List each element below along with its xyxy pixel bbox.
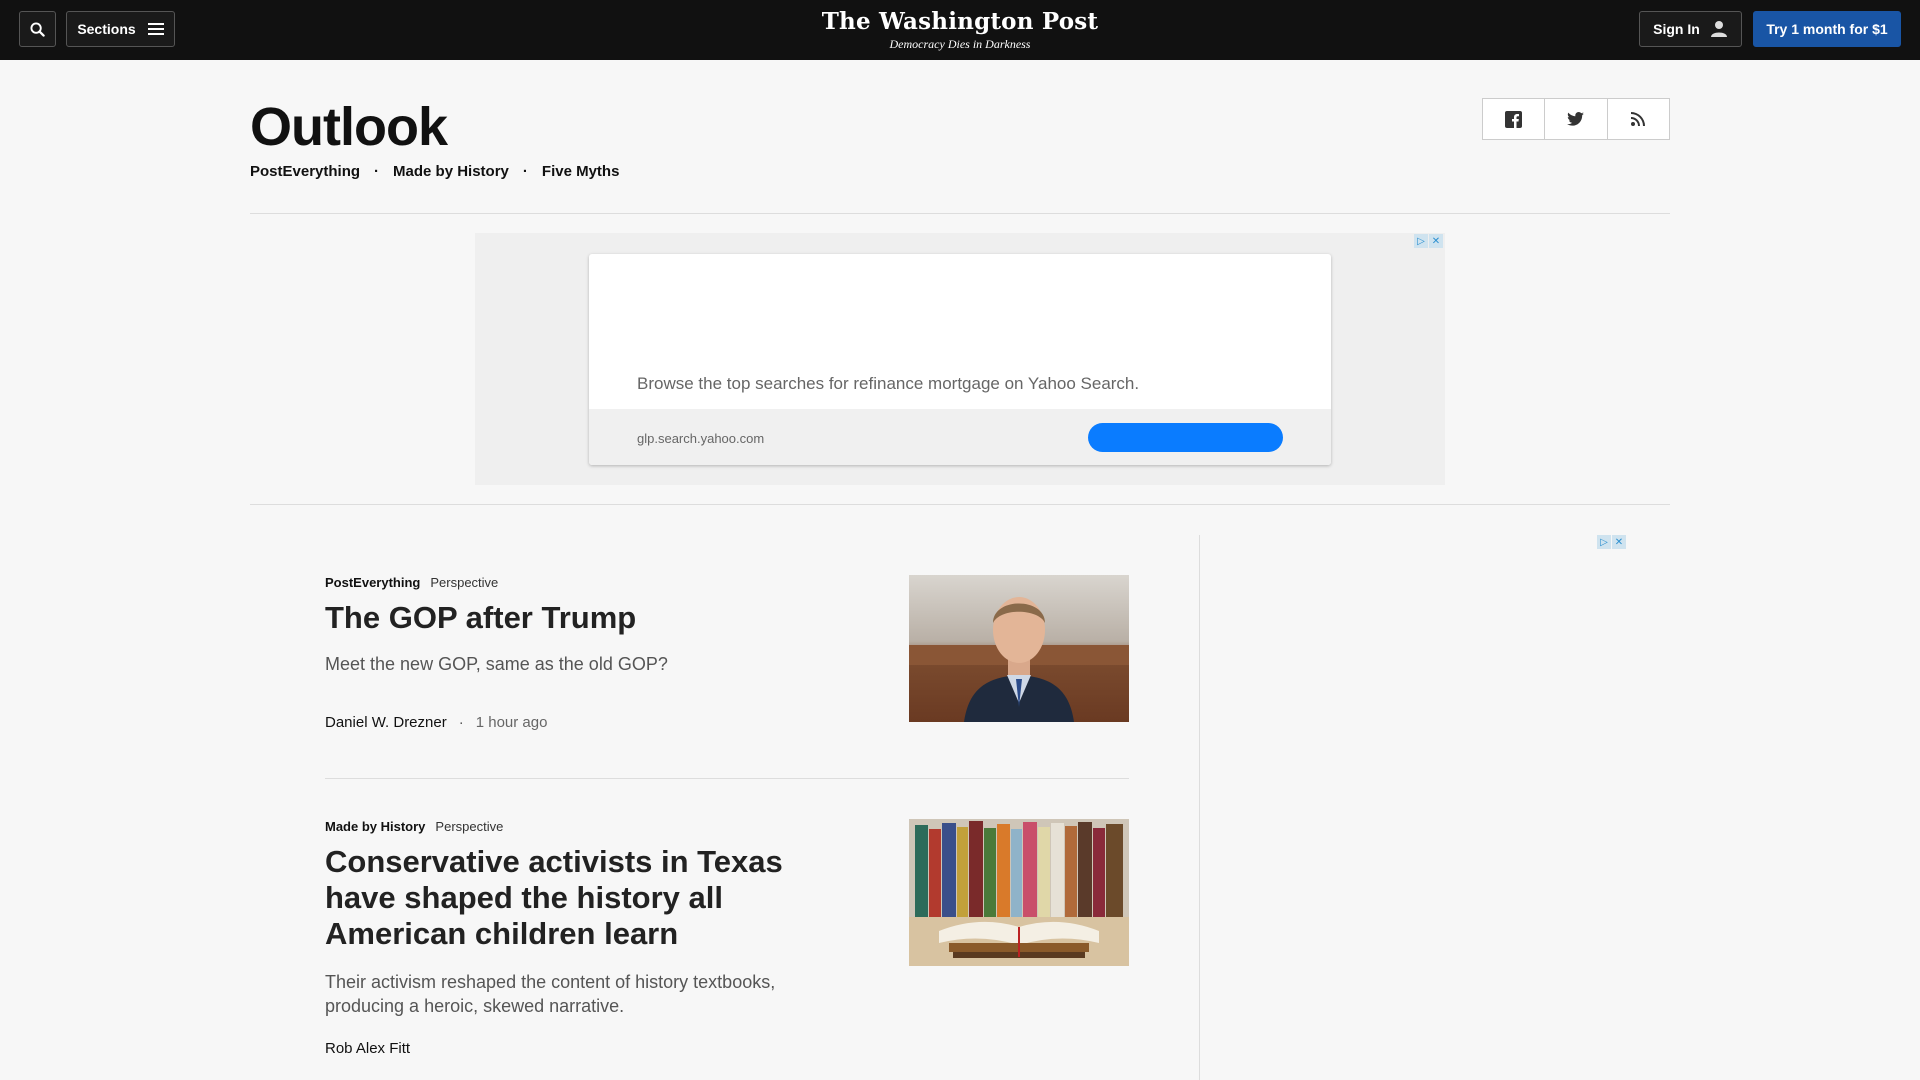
article-label: Perspective — [430, 575, 499, 590]
top-navigation-bar: Sections The Washington Post Democracy D… — [0, 0, 1920, 60]
ad-close-icon[interactable]: ✕ — [1429, 234, 1443, 248]
facebook-icon — [1505, 110, 1523, 128]
sign-in-label: Sign In — [1653, 21, 1700, 37]
article-thumbnail[interactable] — [909, 575, 1129, 722]
ad-cta-button[interactable] — [1088, 423, 1283, 452]
logo-title: The Washington Post — [821, 8, 1099, 35]
adchoices-icon: ▷ — [1597, 535, 1611, 549]
ad-close-icon[interactable]: ✕ — [1612, 535, 1626, 549]
subscribe-button[interactable]: Try 1 month for $1 — [1753, 11, 1901, 47]
article-headline[interactable]: The GOP after Trump — [325, 600, 885, 636]
share-bar — [1482, 98, 1670, 140]
portrait-image — [909, 575, 1129, 722]
sign-in-button[interactable]: Sign In — [1639, 11, 1742, 47]
subnav-separator: · — [374, 163, 380, 180]
sidebar-adchoices-badge[interactable]: ▷ ✕ — [1597, 535, 1626, 549]
ad-text: Browse the top searches for refinance mo… — [637, 374, 1140, 393]
header-divider — [250, 213, 1670, 214]
article-blurb: Meet the new GOP, same as the old GOP? — [325, 654, 668, 674]
rss-icon — [1631, 112, 1646, 126]
ad-footer: glp.search.yahoo.com — [589, 409, 1331, 465]
article-author[interactable]: Daniel W. Drezner — [325, 714, 447, 731]
rss-feed-button[interactable] — [1608, 99, 1669, 139]
adchoices-badge[interactable]: ▷ ✕ — [1414, 234, 1443, 248]
article-label: Perspective — [435, 819, 504, 834]
article-byline: Rob Alex Fitt — [325, 1040, 1129, 1057]
washington-post-logo[interactable]: The Washington Post Democracy Dies in Da… — [0, 8, 1920, 52]
subnav-link-posteverything[interactable]: PostEverything — [250, 163, 360, 180]
facebook-share-button[interactable] — [1483, 99, 1546, 139]
twitter-share-button[interactable] — [1545, 99, 1608, 139]
subnav-link-made-by-history[interactable]: Made by History — [393, 163, 509, 180]
adchoices-icon: ▷ — [1414, 234, 1428, 248]
article-section[interactable]: PostEverything — [325, 575, 420, 590]
books-image — [909, 819, 1129, 966]
article-divider — [325, 778, 1129, 779]
subnav-separator: · — [522, 163, 528, 180]
page-title: Outlook — [250, 97, 448, 157]
twitter-icon — [1567, 112, 1585, 126]
article-headline[interactable]: Conservative activists in Texas have sha… — [325, 844, 795, 952]
article-blurb: Their activism reshaped the content of h… — [325, 972, 776, 1016]
article-thumbnail[interactable] — [909, 819, 1129, 966]
article-timestamp: 1 hour ago — [475, 714, 548, 731]
ad-card[interactable]: Browse the top searches for refinance mo… — [589, 254, 1331, 465]
logo-tagline: Democracy Dies in Darkness — [889, 37, 1031, 51]
subnav-link-five-myths[interactable]: Five Myths — [542, 163, 620, 180]
section-subnav: PostEverything · Made by History · Five … — [250, 163, 619, 180]
byline-separator: · — [458, 714, 464, 731]
user-icon — [1710, 21, 1727, 37]
column-divider — [1199, 535, 1200, 1080]
article-author[interactable]: Rob Alex Fitt — [325, 1040, 410, 1057]
article-section[interactable]: Made by History — [325, 819, 425, 834]
ad-url[interactable]: glp.search.yahoo.com — [637, 431, 764, 446]
ad-divider — [250, 504, 1670, 505]
